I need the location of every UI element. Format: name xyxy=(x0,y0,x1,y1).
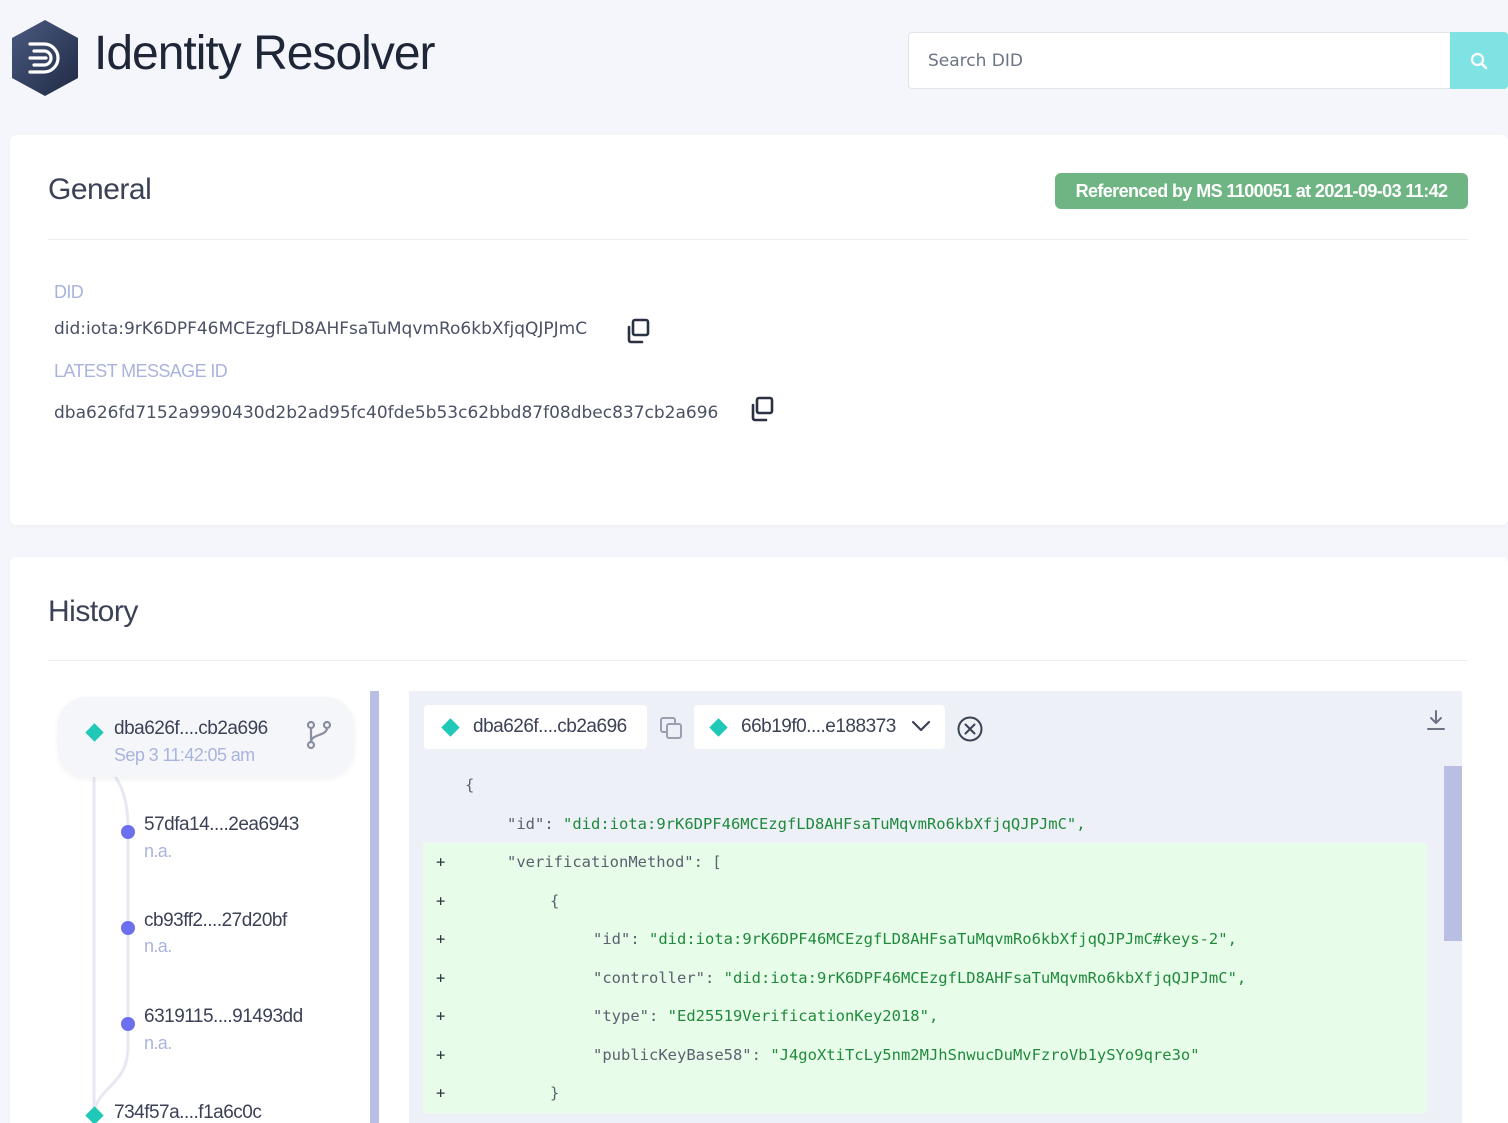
search-icon xyxy=(1470,52,1488,69)
json-key: "controller": xyxy=(593,968,724,987)
diff-marker: + xyxy=(436,853,446,871)
diff-code: "publicKeyBase58": "J4goXtiTcLy5nm2MJhSn… xyxy=(593,1046,1200,1064)
diff-code: "type": "Ed25519VerificationKey2018", xyxy=(593,1007,938,1025)
column-separator[interactable] xyxy=(370,691,379,1123)
history-entry-id[interactable]: 734f57a....f1a6c0c xyxy=(114,1102,262,1123)
diff-code: { xyxy=(465,776,474,794)
copy-icon[interactable] xyxy=(747,394,777,424)
json-key: { xyxy=(465,776,475,794)
swap-icon[interactable] xyxy=(659,716,683,740)
diff-line: { xyxy=(423,766,1427,805)
app-title: Identity Resolver xyxy=(94,27,435,80)
history-entry-timestamp: n.a. xyxy=(144,841,172,861)
scrollbar[interactable] xyxy=(1444,766,1462,941)
diff-line-added: + "publicKeyBase58": "J4goXtiTcLy5nm2MJh… xyxy=(423,1035,1427,1074)
history-entry-timestamp: Sep 3 11:42:05 am xyxy=(114,745,255,765)
diff-marker: + xyxy=(436,930,446,948)
diff-line-added: + } xyxy=(423,1074,1427,1113)
diff-panel: dba626f....cb2a696 66b19f0....e188373 { xyxy=(409,691,1462,1123)
diff-code: { xyxy=(550,892,559,910)
json-key: } xyxy=(550,1084,560,1102)
diff-marker: + xyxy=(436,1045,446,1064)
search-box xyxy=(908,32,1508,89)
json-value: "did:iota:9rK6DPF46MCEzgfLD8AHFsaTuMqvmR… xyxy=(563,814,1086,833)
diff-line-added: + { xyxy=(423,881,1427,920)
json-key: "id": xyxy=(507,814,563,833)
json-value: "did:iota:9rK6DPF46MCEzgfLD8AHFsaTuMqvmR… xyxy=(723,968,1247,987)
identity-logo-icon[interactable] xyxy=(8,18,82,98)
header: Identity Resolver xyxy=(0,0,1508,120)
diff-line-added: + "verificationMethod": [ xyxy=(423,843,1427,882)
compare-right-label: 66b19f0....e188373 xyxy=(741,716,896,737)
latest-message-value: dba626fd7152a9990430d2b2ad95fc40fde5b53c… xyxy=(54,403,719,423)
divider xyxy=(48,660,1468,661)
json-value: "did:iota:9rK6DPF46MCEzgfLD8AHFsaTuMqvmR… xyxy=(649,930,1237,948)
download-icon[interactable] xyxy=(1425,708,1447,732)
history-title: History xyxy=(48,595,138,628)
latest-message-label: LATEST MESSAGE ID xyxy=(54,361,228,381)
diff-line: "id": "did:iota:9rK6DPF46MCEzgfLD8AHFsaT… xyxy=(423,805,1427,844)
diff-line-added: + "type": "Ed25519VerificationKey2018", xyxy=(423,997,1427,1036)
search-button[interactable] xyxy=(1450,32,1508,89)
json-key: "type": xyxy=(593,1007,668,1025)
diff-node-icon xyxy=(121,1017,135,1031)
history-entry-id[interactable]: 57dfa14....2ea6943 xyxy=(144,814,299,836)
history-entry-timestamp: n.a. xyxy=(144,1033,172,1053)
branch-icon[interactable] xyxy=(306,720,332,750)
diff-node-icon xyxy=(121,825,135,839)
did-value: did:iota:9rK6DPF46MCEzgfLD8AHFsaTuMqvmRo… xyxy=(54,319,588,339)
general-card: General Referenced by MS 1100051 at 2021… xyxy=(10,135,1508,525)
chevron-down-icon[interactable] xyxy=(911,719,931,733)
diff-code: "id": "did:iota:9rK6DPF46MCEzgfLD8AHFsaT… xyxy=(593,930,1237,948)
json-value: "Ed25519VerificationKey2018", xyxy=(667,1007,939,1025)
search-input[interactable] xyxy=(909,33,1451,88)
diff-code: } xyxy=(550,1084,559,1102)
general-title: General xyxy=(48,173,152,206)
json-key: { xyxy=(550,891,560,910)
diff-marker: + xyxy=(436,1007,446,1025)
diff-line-added: + "id": "did:iota:9rK6DPF46MCEzgfLD8AHFs… xyxy=(423,920,1427,959)
json-value: "J4goXtiTcLy5nm2MJhSnwucDuMvFzroVb1ySYo9… xyxy=(770,1045,1200,1064)
divider xyxy=(48,239,1468,240)
diff-line-added: + "controller": "did:iota:9rK6DPF46MCEzg… xyxy=(423,958,1427,997)
reference-badge: Referenced by MS 1100051 at 2021-09-03 1… xyxy=(1055,173,1468,209)
history-entry-id[interactable]: cb93ff2....27d20bf xyxy=(144,910,287,932)
diff-node-icon xyxy=(121,921,135,935)
copy-icon[interactable] xyxy=(623,316,653,346)
history-entry-id[interactable]: dba626f....cb2a696 xyxy=(114,718,268,740)
compare-right-select[interactable]: 66b19f0....e188373 xyxy=(694,705,945,749)
diff-code: "verificationMethod": [ xyxy=(507,853,722,871)
did-label: DID xyxy=(54,282,84,302)
diff-code: "controller": "did:iota:9rK6DPF46MCEzgfL… xyxy=(593,969,1246,987)
diff-code: "id": "did:iota:9rK6DPF46MCEzgfLD8AHFsaT… xyxy=(507,815,1086,833)
compare-left-label: dba626f....cb2a696 xyxy=(473,716,627,737)
history-card: History dba626f....cb2a696 Sep 3 11:42:0… xyxy=(10,557,1508,1123)
compare-left-chip[interactable]: dba626f....cb2a696 xyxy=(424,705,647,749)
json-key: "id": xyxy=(593,930,649,948)
integration-node-icon xyxy=(441,718,460,737)
json-key: "verificationMethod": [ xyxy=(507,853,722,871)
json-key: "publicKeyBase58": xyxy=(593,1045,771,1064)
diff-marker: + xyxy=(436,891,446,910)
diff-marker: + xyxy=(436,968,446,987)
history-entry-id[interactable]: 6319115....91493dd xyxy=(144,1006,303,1028)
close-icon[interactable] xyxy=(956,715,984,743)
integration-node-icon xyxy=(709,718,728,737)
diff-marker: + xyxy=(436,1084,446,1102)
diff-code-view: { "id": "did:iota:9rK6DPF46MCEzgfLD8AHFs… xyxy=(423,766,1427,1123)
history-entry-timestamp: n.a. xyxy=(144,936,172,956)
